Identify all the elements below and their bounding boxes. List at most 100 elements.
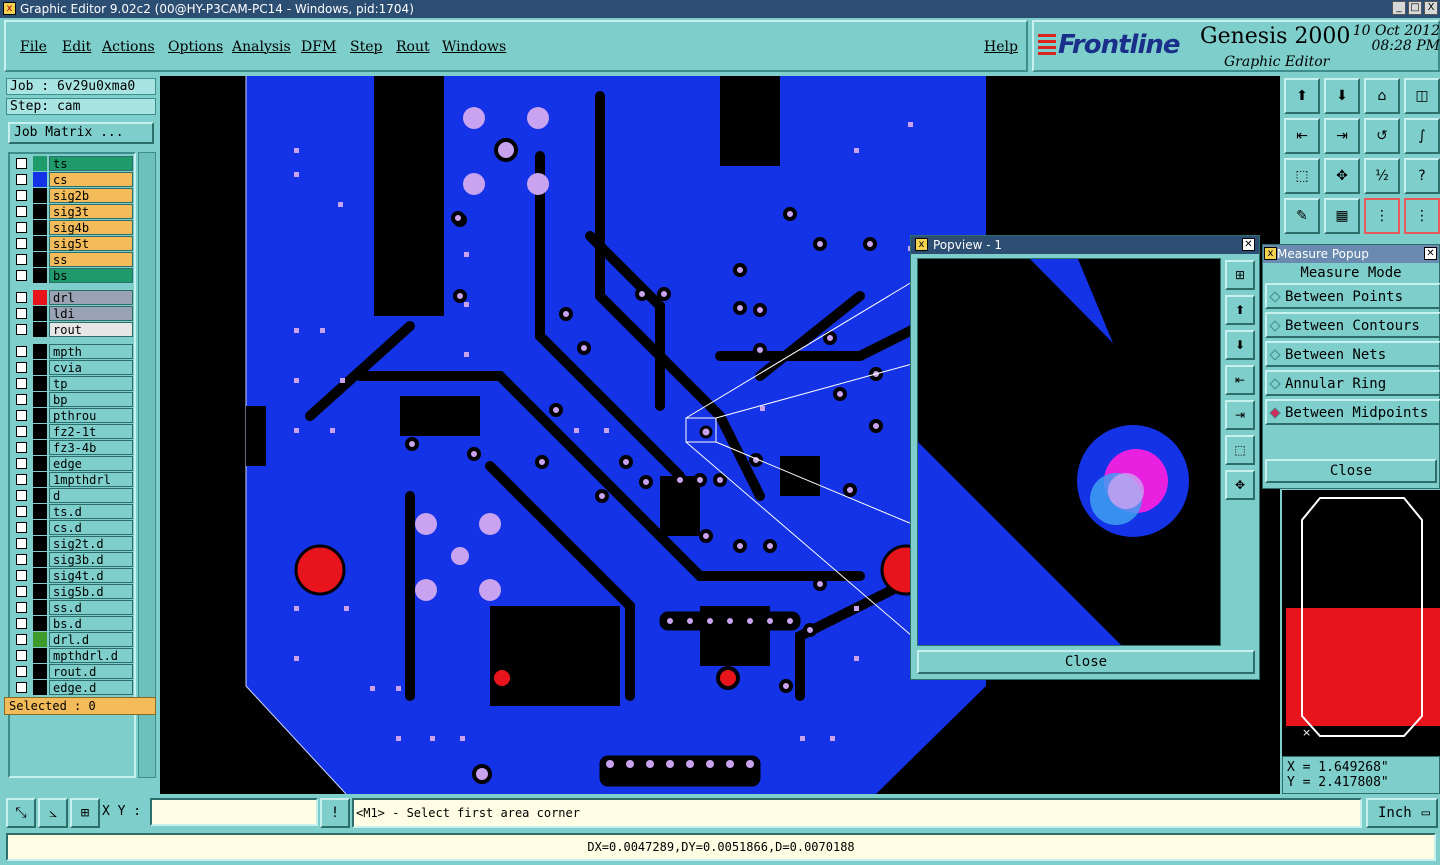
grid-snap-icon[interactable]: ⊞ <box>70 798 100 828</box>
layer-checkbox[interactable] <box>16 490 27 501</box>
menu-edit[interactable]: Edit <box>62 39 91 55</box>
layer-row-bs-d[interactable]: bs.d <box>12 616 136 631</box>
layer-checkbox[interactable] <box>16 538 27 549</box>
mode-between-points[interactable]: Between Points <box>1265 283 1440 309</box>
layer-checkbox[interactable] <box>16 362 27 373</box>
layer-row-ts[interactable]: ts <box>12 156 136 171</box>
layer-checkbox[interactable] <box>16 270 27 281</box>
layer-checkbox[interactable] <box>16 394 27 405</box>
minimize-button[interactable]: _ <box>1392 1 1406 15</box>
layer-row-bs[interactable]: bs <box>12 268 136 283</box>
help-icon[interactable]: ? <box>1404 158 1440 194</box>
popview-close-button[interactable]: Close <box>917 650 1255 674</box>
layer-row-sig4b[interactable]: sig4b <box>12 220 136 235</box>
close-window-button[interactable]: X <box>1424 1 1438 15</box>
layer-checkbox[interactable] <box>16 190 27 201</box>
tool-icon[interactable]: ✎ <box>1284 198 1320 234</box>
layer-row-edge[interactable]: edge <box>12 456 136 471</box>
grid-icon[interactable]: ▦ <box>1324 198 1360 234</box>
layer-checkbox[interactable] <box>16 238 27 249</box>
layer-row-drl-d[interactable]: drl.d <box>12 632 136 647</box>
layer-checkbox[interactable] <box>16 650 27 661</box>
layer-row-cvia[interactable]: cvia <box>12 360 136 375</box>
layer-checkbox[interactable] <box>16 634 27 645</box>
layer-checkbox[interactable] <box>16 158 27 169</box>
layer-row-sig2t-d[interactable]: sig2t.d <box>12 536 136 551</box>
menu-file[interactable]: File <box>20 39 47 55</box>
layer-row-tp[interactable]: tp <box>12 376 136 391</box>
layer-row-sig3t[interactable]: sig3t <box>12 204 136 219</box>
popview-right-icon[interactable]: ⇥ <box>1225 400 1255 430</box>
mode-between-contours[interactable]: Between Contours <box>1265 312 1440 338</box>
layer-checkbox[interactable] <box>16 174 27 185</box>
popview-center-icon[interactable]: ✥ <box>1225 470 1255 500</box>
mode-between-nets[interactable]: Between Nets <box>1265 341 1440 367</box>
layer-checkbox[interactable] <box>16 458 27 469</box>
measure-titlebar[interactable]: x Measure Popup ✕ <box>1263 245 1439 263</box>
layer-row-edge-d[interactable]: edge.d <box>12 680 136 695</box>
scale-1-2-icon[interactable]: ½ <box>1364 158 1400 194</box>
popview-left-icon[interactable]: ⇤ <box>1225 365 1255 395</box>
layer-checkbox[interactable] <box>16 602 27 613</box>
layer-row-cs-d[interactable]: cs.d <box>12 520 136 535</box>
info-icon[interactable]: ! <box>320 798 350 828</box>
layer-row-rout[interactable]: rout <box>12 322 136 337</box>
layer-row-d[interactable]: d <box>12 488 136 503</box>
menu-options[interactable]: Options <box>168 39 223 55</box>
mode-annular-ring[interactable]: Annular Ring <box>1265 370 1440 396</box>
layer-checkbox[interactable] <box>16 618 27 629</box>
layer-checkbox[interactable] <box>16 554 27 565</box>
popview-canvas[interactable] <box>917 258 1221 646</box>
measure-close-button[interactable]: Close <box>1265 459 1437 483</box>
menu-step[interactable]: Step <box>350 39 382 55</box>
fit-icon[interactable]: ⬚ <box>1284 158 1320 194</box>
layer-checkbox[interactable] <box>16 474 27 485</box>
menu-actions[interactable]: Actions <box>102 39 155 55</box>
zoom-down-icon[interactable]: ⬇ <box>1324 78 1360 114</box>
layer-row-mpthdrl-d[interactable]: mpthdrl.d <box>12 648 136 663</box>
layer-row-sig3b-d[interactable]: sig3b.d <box>12 552 136 567</box>
layer-checkbox[interactable] <box>16 206 27 217</box>
layer-checkbox[interactable] <box>16 254 27 265</box>
menu-analysis[interactable]: Analysis <box>232 39 291 55</box>
mode-between-midpoints[interactable]: Between Midpoints <box>1265 399 1440 425</box>
layer-checkbox[interactable] <box>16 324 27 335</box>
layer-checkbox[interactable] <box>16 682 27 693</box>
layer-checkbox[interactable] <box>16 222 27 233</box>
menu-dfm[interactable]: DFM <box>301 39 336 55</box>
popview-zoom-icon[interactable]: ⊞ <box>1225 260 1255 290</box>
layer-checkbox[interactable] <box>16 570 27 581</box>
layer-checkbox[interactable] <box>16 378 27 389</box>
split-view-icon[interactable]: ◫ <box>1404 78 1440 114</box>
popview-down-icon[interactable]: ⬇ <box>1225 330 1255 360</box>
unit-selector[interactable]: Inch ▭ <box>1366 798 1438 828</box>
layer-row-fz2-1t[interactable]: fz2-1t <box>12 424 136 439</box>
layer-row-pthrou[interactable]: pthrou <box>12 408 136 423</box>
layer-row-drl[interactable]: drl <box>12 290 136 305</box>
layer-checkbox[interactable] <box>16 442 27 453</box>
layer-checkbox[interactable] <box>16 586 27 597</box>
layer-row-cs[interactable]: cs <box>12 172 136 187</box>
layer-row-sig5b-d[interactable]: sig5b.d <box>12 584 136 599</box>
layer-list-scrollbar[interactable] <box>138 152 156 778</box>
layer-row-ts-d[interactable]: ts.d <box>12 504 136 519</box>
rotate-icon[interactable]: ↺ <box>1364 118 1400 154</box>
layer-row-ss-d[interactable]: ss.d <box>12 600 136 615</box>
popview-titlebar[interactable]: x Popview - 1 ✕ <box>911 236 1259 254</box>
layer-checkbox[interactable] <box>16 522 27 533</box>
layer-checkbox[interactable] <box>16 666 27 677</box>
layer-row-sig2b[interactable]: sig2b <box>12 188 136 203</box>
measure-icon[interactable]: ⦣ <box>38 798 68 828</box>
pan-left-icon[interactable]: ⇤ <box>1284 118 1320 154</box>
home-view-icon[interactable]: ⬆ <box>1284 78 1320 114</box>
layer-row-fz3-4b[interactable]: fz3-4b <box>12 440 136 455</box>
job-matrix-button[interactable]: Job Matrix ... <box>8 122 154 144</box>
layer-checkbox[interactable] <box>16 410 27 421</box>
layer-row-ldi[interactable]: ldi <box>12 306 136 321</box>
layer-checkbox[interactable] <box>16 292 27 303</box>
layer-row-sig4t-d[interactable]: sig4t.d <box>12 568 136 583</box>
layer-row-1mpthdrl[interactable]: 1mpthdrl <box>12 472 136 487</box>
zoom-center-icon[interactable]: ✥ <box>1324 158 1360 194</box>
menu-windows[interactable]: Windows <box>442 39 506 55</box>
net-icon[interactable]: ⋮ <box>1364 198 1400 234</box>
